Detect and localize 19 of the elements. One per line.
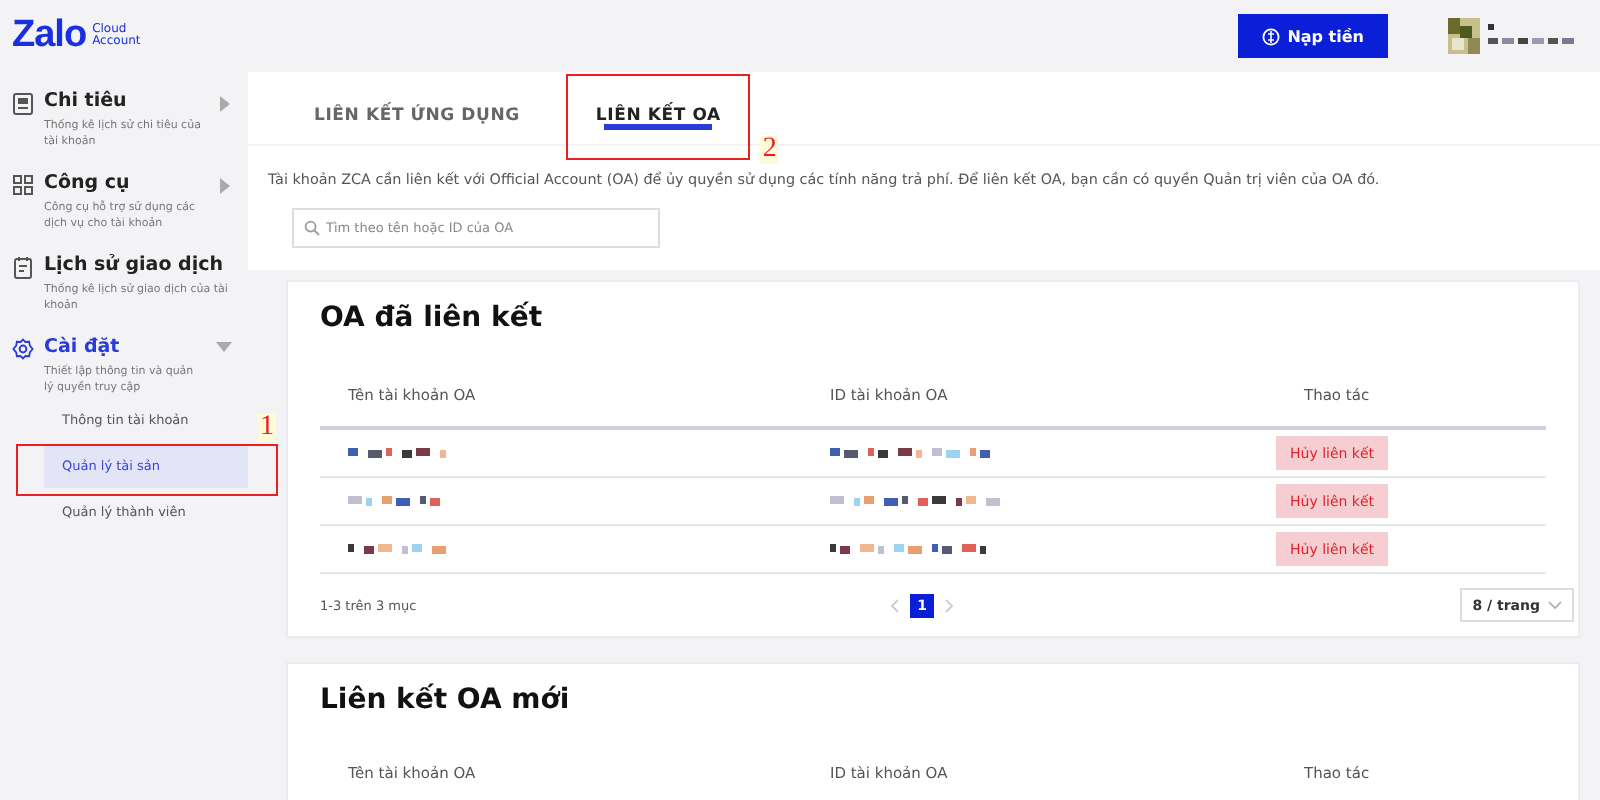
section-title: Liên kết OA mới — [320, 684, 572, 716]
coin-icon — [1261, 27, 1280, 45]
top-up-button[interactable]: Nạp tiền — [1237, 14, 1388, 58]
search-icon — [304, 220, 320, 236]
chevron-left-icon — [890, 597, 901, 613]
settings-icon — [12, 338, 34, 362]
annotation-number: 1 — [258, 414, 276, 442]
chevron-down-icon — [1548, 600, 1563, 610]
annotation-number: 2 — [760, 136, 779, 164]
pixelated-text — [348, 447, 450, 459]
logo-text: Zalo — [12, 14, 87, 58]
chevron-right-icon — [944, 597, 955, 613]
section-title: OA đã liên kết — [320, 302, 545, 334]
grid-icon — [12, 174, 34, 198]
pixelated-text — [348, 543, 450, 555]
tab[interactable]: LIÊN KẾT ỨNG DỤNG — [308, 72, 526, 144]
clipboard-icon — [12, 256, 34, 280]
ledger-icon — [12, 92, 34, 116]
pixelated-username — [1488, 24, 1576, 48]
